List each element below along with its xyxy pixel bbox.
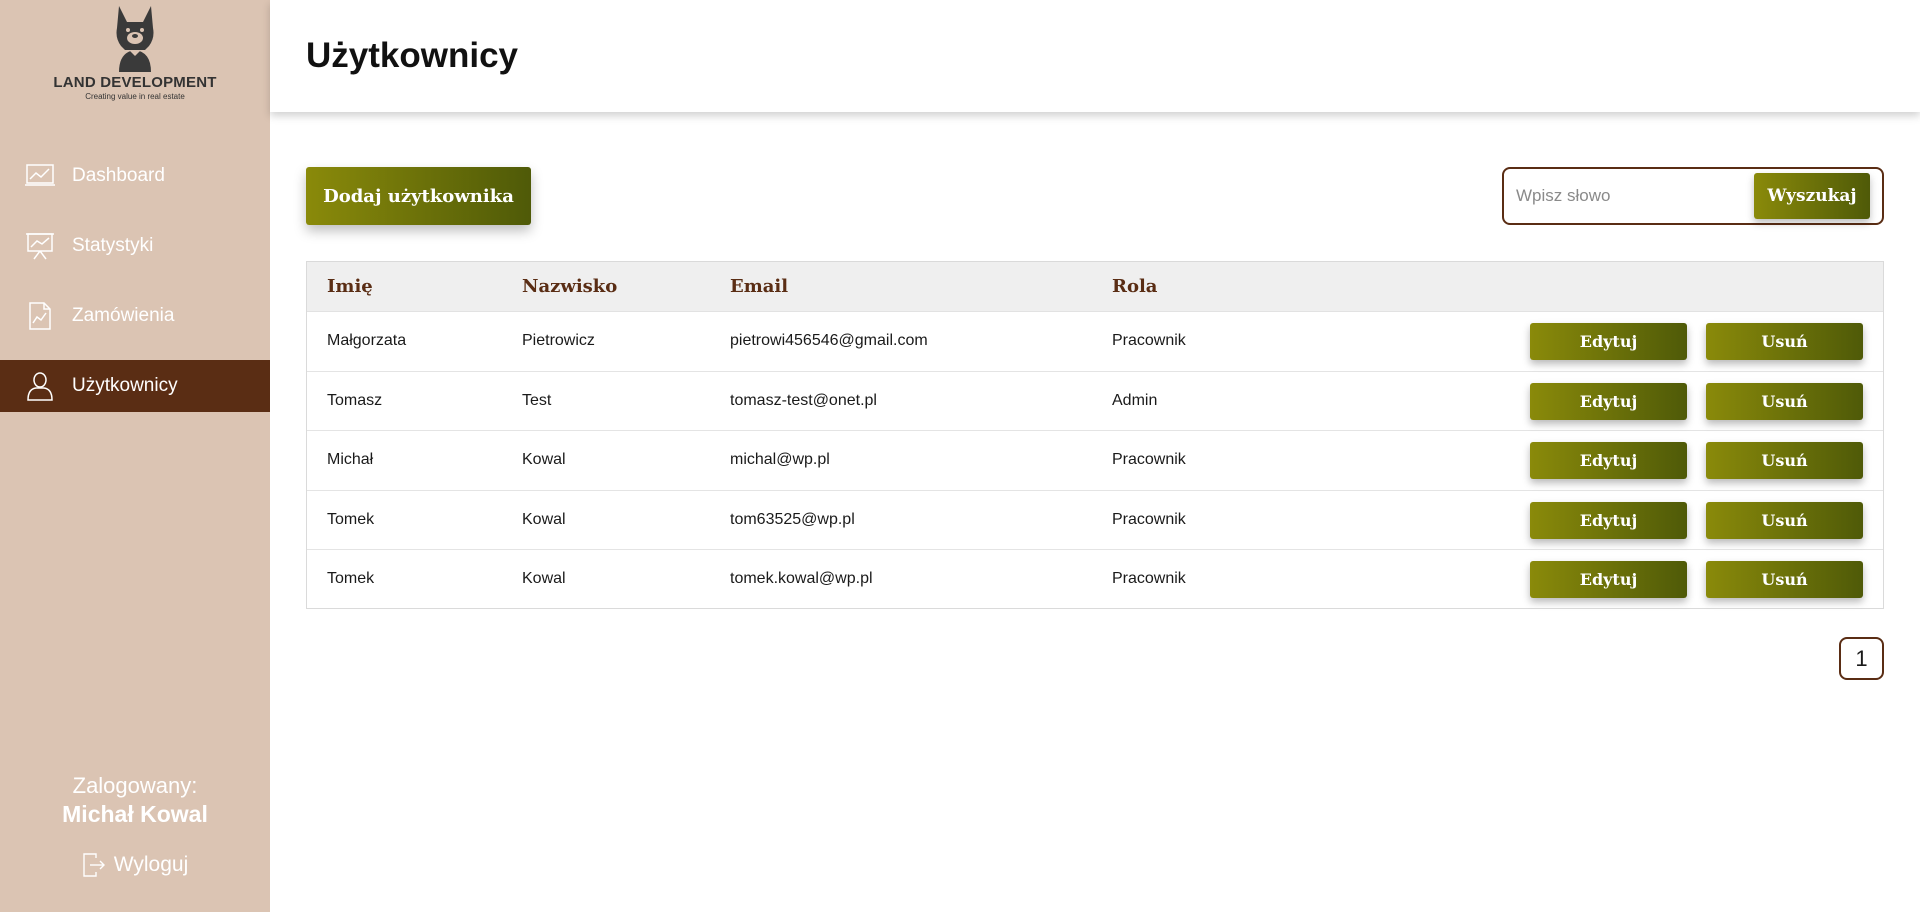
brand-logo[interactable]: LAND DEVELOPMENT Creating value in real … [0,4,270,101]
cell-first-name: Małgorzata [327,332,407,349]
users-table: Imię Nazwisko Email Rola Małgorzata Piet… [306,261,1884,609]
column-header-role: Rola [1112,276,1158,297]
cell-email: tomasz-test@onet.pl [730,391,877,409]
delete-button[interactable]: Usuń [1706,323,1863,360]
brand-tagline: Creating value in real estate [85,92,185,101]
cell-email: tom63525@wp.pl [730,510,855,528]
sidebar-item-uzytkownicy[interactable]: Użytkownicy [0,360,270,412]
cell-email: michal@wp.pl [730,451,830,468]
column-header-first-name: Imię [327,276,373,297]
search-button[interactable]: Wyszukaj [1754,173,1870,219]
edit-button[interactable]: Edytuj [1530,382,1687,420]
delete-button[interactable]: Usuń [1706,382,1863,420]
sidebar-item-statystyki[interactable]: Statystyki [0,220,270,272]
search-box: Wyszukaj [1502,167,1884,225]
presentation-chart-icon [24,231,56,261]
cell-first-name: Tomek [327,570,375,587]
page-header: Użytkownicy [270,0,1920,112]
sidebar-nav: Dashboard Statystyki Zamówienia Użytkown… [0,150,270,430]
sidebar: LAND DEVELOPMENT Creating value in real … [0,0,270,912]
login-label: Zalogowany: [72,773,198,798]
page-title: Użytkownicy [306,36,518,75]
column-header-last-name: Nazwisko [522,276,618,297]
login-user-name: Michał Kowal [62,801,208,827]
cell-email: tomek.kowal@wp.pl [730,570,873,587]
delete-button[interactable]: Usuń [1706,442,1863,479]
table-header: Imię Nazwisko Email Rola [307,262,1883,312]
edit-button[interactable]: Edytuj [1530,561,1687,598]
brand-name: LAND DEVELOPMENT [53,74,217,91]
delete-button[interactable]: Usuń [1706,561,1863,598]
edit-button[interactable]: Edytuj [1530,323,1687,360]
table-row: Tomek Kowal tomek.kowal@wp.pl Pracownik … [307,550,1883,610]
cell-last-name: Pietrowicz [522,332,595,349]
search-input[interactable] [1516,181,1746,211]
document-chart-icon [24,301,56,331]
edit-button[interactable]: Edytuj [1530,442,1687,479]
column-header-email: Email [730,276,789,297]
cell-role: Pracownik [1112,332,1186,349]
logout-icon [82,852,106,878]
edit-button[interactable]: Edytuj [1530,501,1687,539]
table-row: Tomasz Test tomasz-test@onet.pl Admin Ed… [307,372,1883,431]
sidebar-item-label: Dashboard [72,165,165,186]
cell-role: Admin [1112,391,1158,409]
pagination-page-button[interactable]: 1 [1839,637,1884,680]
user-icon [24,371,56,401]
cell-role: Pracownik [1112,570,1186,587]
table-row: Michał Kowal michal@wp.pl Pracownik Edyt… [307,431,1883,491]
logout-label: Wyloguj [113,853,189,876]
login-info: Zalogowany: Michał Kowal [0,773,270,828]
chart-line-icon [24,161,56,191]
table-row: Małgorzata Pietrowicz pietrowi456546@gma… [307,312,1883,372]
sidebar-item-zamowienia[interactable]: Zamówienia [0,290,270,342]
sidebar-item-dashboard[interactable]: Dashboard [0,150,270,202]
table-row: Tomek Kowal tom63525@wp.pl Pracownik Edy… [307,491,1883,550]
cell-last-name: Kowal [522,451,566,468]
add-user-button[interactable]: Dodaj użytkownika [306,167,531,225]
delete-button[interactable]: Usuń [1706,501,1863,539]
cell-email: pietrowi456546@gmail.com [730,332,928,349]
cell-role: Pracownik [1112,451,1186,468]
cell-first-name: Tomek [327,510,375,528]
sidebar-item-label: Użytkownicy [72,375,178,396]
sidebar-item-label: Zamówienia [72,305,175,326]
cell-last-name: Kowal [522,510,566,528]
cell-first-name: Tomasz [327,391,383,409]
cell-role: Pracownik [1112,510,1186,528]
sidebar-item-label: Statystyki [72,235,154,256]
dog-logo-icon [116,6,154,72]
cell-last-name: Kowal [522,570,566,587]
cell-last-name: Test [522,391,552,409]
logout-button[interactable]: Wyloguj [0,852,270,878]
cell-first-name: Michał [327,451,374,468]
